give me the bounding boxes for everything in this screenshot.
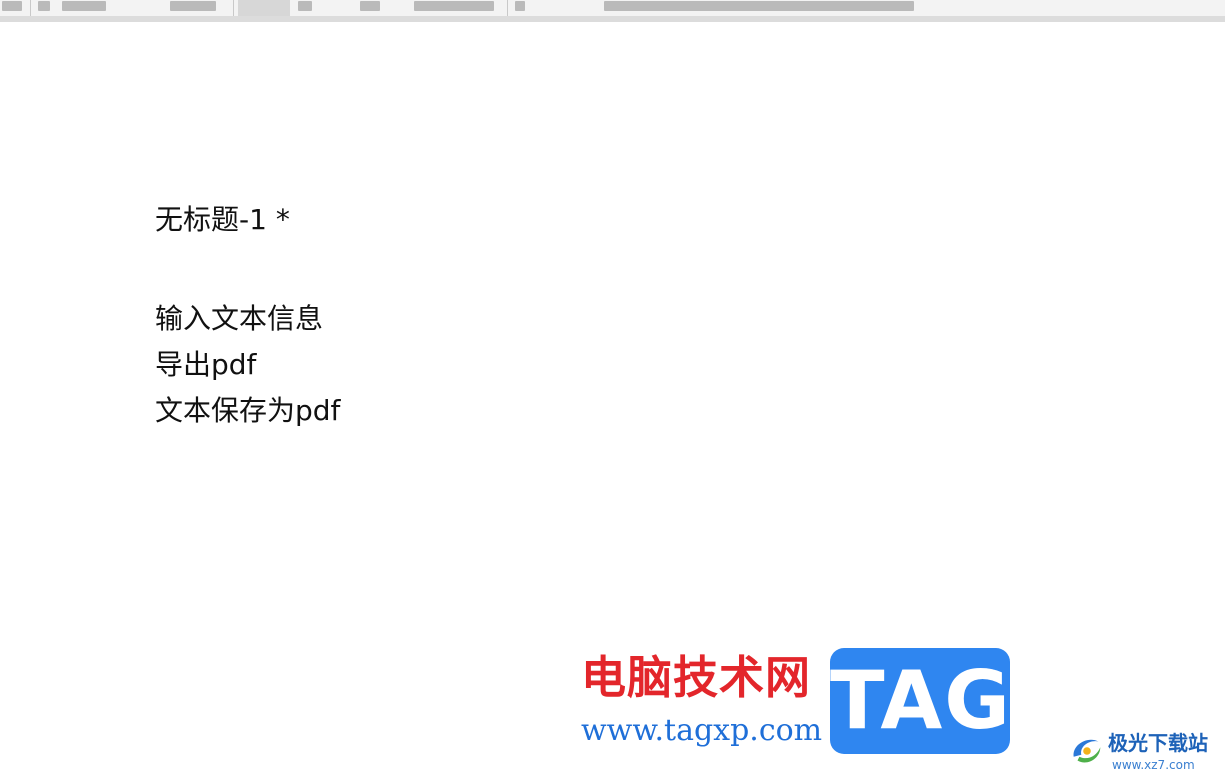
site-name: 极光下载站 — [1108, 731, 1208, 755]
document-line: 导出pdf — [155, 348, 257, 381]
swirl-logo-icon — [1073, 739, 1101, 763]
document-line: 文本保存为pdf — [155, 394, 341, 427]
document-line: 输入文本信息 — [155, 302, 324, 335]
toolbar — [0, 0, 1225, 22]
app-window: 无标题-1 * 输入文本信息 导出pdf 文本保存为pdf 电脑技术网 www.… — [0, 0, 1225, 783]
toolbar-separator — [30, 0, 31, 16]
toolbar-icon[interactable] — [414, 1, 494, 11]
toolbar-icon[interactable] — [515, 1, 525, 11]
document-title: 无标题-1 * — [155, 203, 290, 236]
toolbar-separator — [233, 0, 234, 16]
toolbar-icon[interactable] — [38, 1, 50, 11]
toolbar-icon[interactable] — [298, 1, 312, 11]
toolbar-icon[interactable] — [62, 1, 106, 11]
toolbar-icon[interactable] — [170, 1, 216, 11]
watermark-url: www.tagxp.com — [581, 713, 823, 748]
watermark-tag-logo: TAG — [830, 648, 1010, 754]
watermark-cn-text: 电脑技术网 — [581, 651, 812, 704]
toolbar-separator — [507, 0, 508, 16]
toolbar-active-button[interactable] — [238, 0, 290, 16]
document-body[interactable]: 输入文本信息 导出pdf 文本保存为pdf — [155, 296, 340, 434]
toolbar-icon[interactable] — [2, 1, 22, 11]
site-url: www.xz7.com — [1112, 758, 1195, 772]
site-logo: 极光下载站 www.xz7.com — [1068, 728, 1218, 778]
toolbar-icon[interactable] — [360, 1, 380, 11]
toolbar-icon[interactable] — [604, 1, 914, 11]
